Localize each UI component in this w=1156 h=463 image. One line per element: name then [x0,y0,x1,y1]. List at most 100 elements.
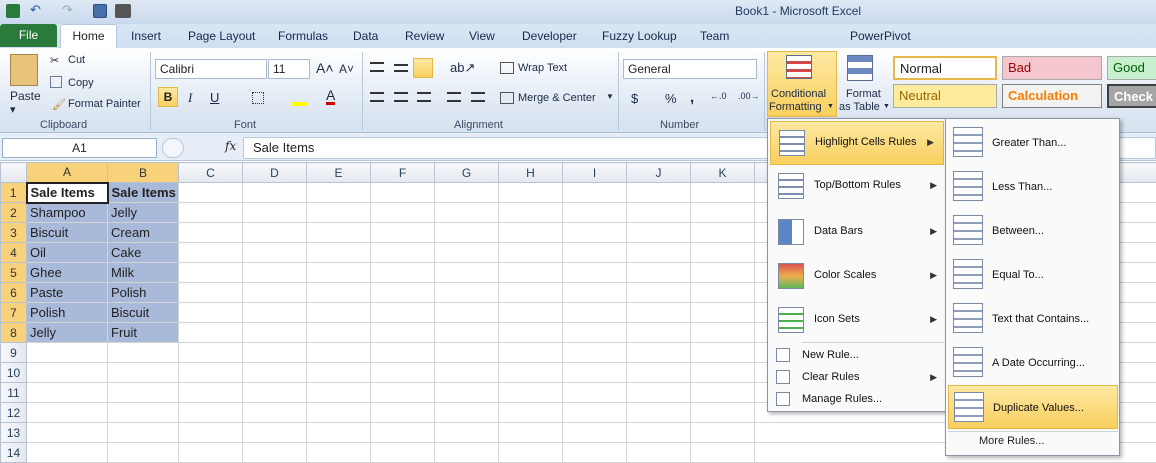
cell[interactable] [307,443,371,463]
cell[interactable] [435,443,499,463]
cell[interactable] [179,183,243,203]
underline-button[interactable]: U [210,90,219,105]
camera-icon[interactable] [115,4,131,18]
cell[interactable] [179,443,243,463]
cell[interactable] [179,323,243,343]
currency-button[interactable]: $ [631,91,638,106]
bold-button[interactable]: B [158,87,178,107]
tab-page-layout[interactable]: Page Layout [188,29,255,43]
cell[interactable] [499,243,563,263]
row-header[interactable]: 6 [1,283,27,303]
align-left-icon[interactable] [370,92,384,102]
cell[interactable] [435,223,499,243]
cell[interactable] [563,343,627,363]
row-header[interactable]: 9 [1,343,27,363]
save-icon[interactable] [93,4,107,18]
cell[interactable] [499,183,563,203]
cell[interactable] [691,403,755,423]
format-painter-button[interactable]: Format Painter [68,98,141,110]
insert-function-icon[interactable]: fx [225,139,236,153]
submenu-less-than[interactable]: Less Than... [948,165,1118,209]
cell[interactable]: Jelly [27,323,108,343]
cell[interactable] [691,303,755,323]
row-header[interactable]: 12 [1,403,27,423]
cell[interactable] [243,423,307,443]
style-normal[interactable]: Normal [893,56,997,80]
cell[interactable] [627,263,691,283]
cell[interactable] [435,383,499,403]
cell[interactable] [627,343,691,363]
cell[interactable] [307,223,371,243]
cell[interactable] [435,403,499,423]
cell[interactable] [371,283,435,303]
cell[interactable] [499,323,563,343]
column-header[interactable]: E [307,163,371,183]
cell[interactable]: Paste [27,283,108,303]
tab-review[interactable]: Review [405,29,444,43]
cell[interactable] [563,263,627,283]
cell[interactable] [499,343,563,363]
row-header[interactable]: 10 [1,363,27,383]
comma-button[interactable]: , [690,89,694,106]
cell[interactable] [563,423,627,443]
cell[interactable] [27,403,108,423]
menu-item-data-bars[interactable]: Data Bars ▶ [768,211,946,255]
row-header[interactable]: 11 [1,383,27,403]
cell[interactable] [307,263,371,283]
cell[interactable] [691,383,755,403]
row-header[interactable]: 8 [1,323,27,343]
cell[interactable]: Milk [108,263,179,283]
row-header[interactable]: 7 [1,303,27,323]
cell[interactable] [243,383,307,403]
decrease-decimal-icon[interactable]: .00→ [738,91,760,101]
format-as-table-button[interactable]: Format [846,88,881,100]
cell[interactable] [243,363,307,383]
cell[interactable] [243,263,307,283]
cell[interactable] [691,243,755,263]
row-header[interactable]: 1 [1,183,27,203]
column-header[interactable]: K [691,163,755,183]
tab-data[interactable]: Data [353,29,378,43]
borders-icon[interactable] [252,92,264,104]
cell[interactable] [691,203,755,223]
style-good[interactable]: Good [1107,56,1156,80]
cell[interactable] [371,383,435,403]
cell[interactable] [627,443,691,463]
tab-view[interactable]: View [469,29,495,43]
style-neutral[interactable]: Neutral [893,84,997,108]
cell[interactable] [108,363,179,383]
cell[interactable] [435,343,499,363]
align-bottom-icon[interactable] [413,58,433,78]
align-top-icon[interactable] [370,62,384,72]
tab-insert[interactable]: Insert [131,29,161,43]
column-header[interactable]: J [627,163,691,183]
cell[interactable] [563,203,627,223]
cell[interactable] [627,423,691,443]
cell[interactable] [627,303,691,323]
cell[interactable] [27,443,108,463]
cell[interactable] [435,323,499,343]
cell[interactable] [691,363,755,383]
cell[interactable] [27,363,108,383]
column-header[interactable]: I [563,163,627,183]
cell[interactable] [371,203,435,223]
cell[interactable] [27,423,108,443]
tab-powerpivot[interactable]: PowerPivot [850,29,911,43]
select-all-corner[interactable] [1,163,27,183]
cell[interactable] [307,383,371,403]
cell[interactable] [243,243,307,263]
column-header[interactable]: D [243,163,307,183]
cell[interactable] [243,283,307,303]
number-format-dropdown[interactable]: General [623,59,757,79]
tab-file[interactable]: File [0,24,57,47]
cell[interactable]: Oil [27,243,108,263]
cell[interactable] [371,323,435,343]
cell[interactable] [179,203,243,223]
row-header[interactable]: 14 [1,443,27,463]
font-name-dropdown[interactable]: Calibri [155,59,267,79]
wrap-text-button[interactable]: Wrap Text [518,62,567,74]
grow-font-icon[interactable]: A˄ [316,60,334,76]
cell[interactable]: Polish [108,283,179,303]
cell[interactable] [243,223,307,243]
style-bad[interactable]: Bad [1002,56,1102,80]
